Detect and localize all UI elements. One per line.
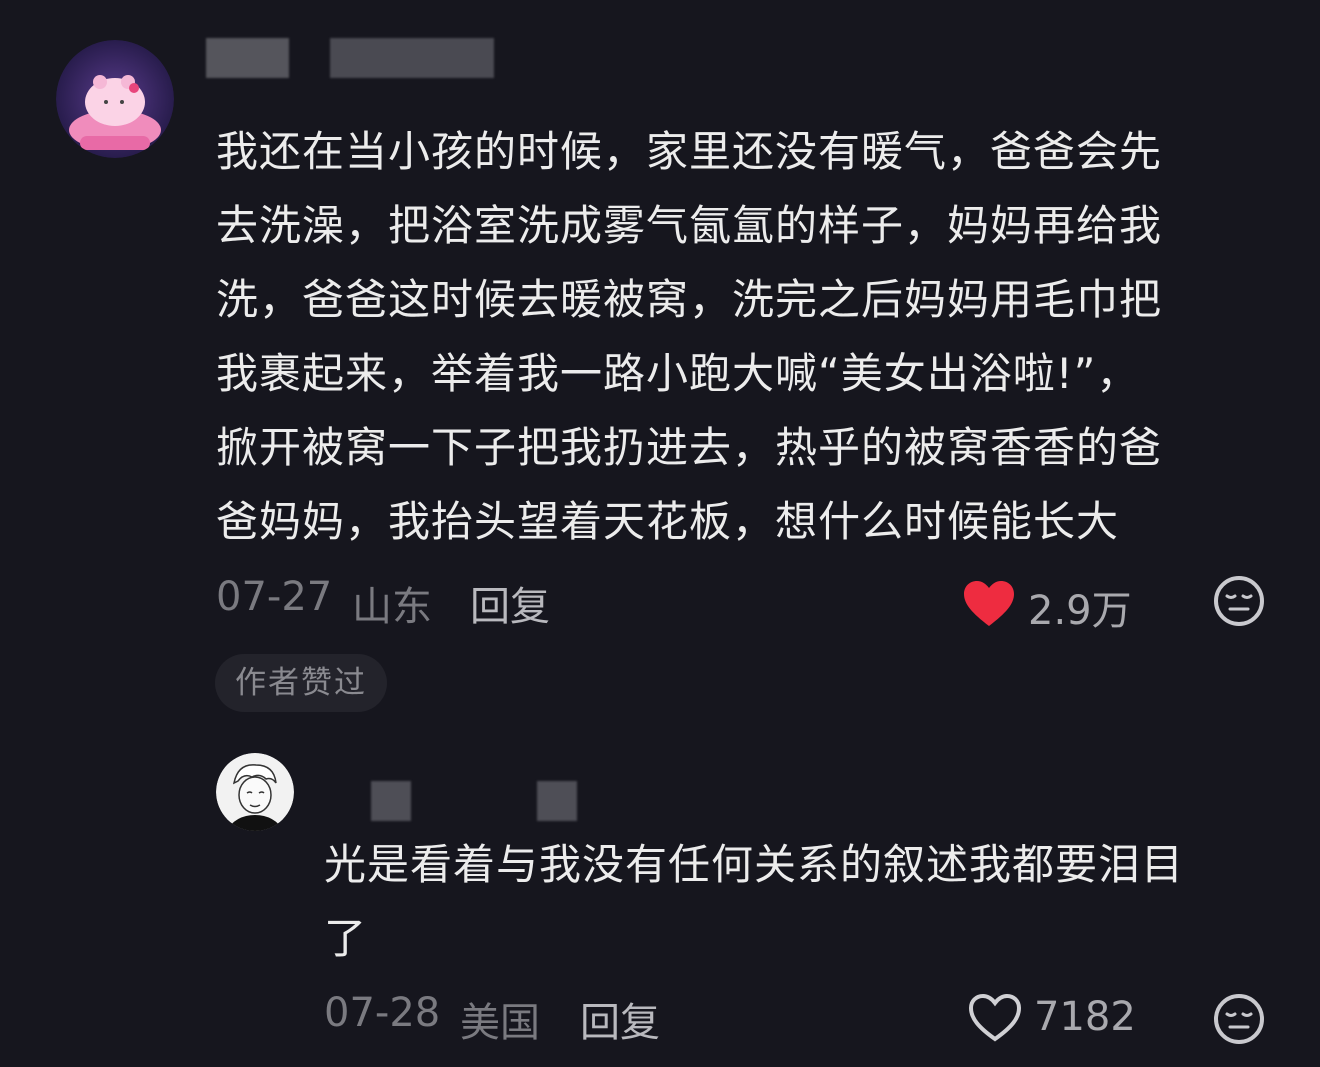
author-liked-badge: 作者赞过 xyxy=(215,654,387,712)
username-redacted xyxy=(371,781,411,821)
heart-icon[interactable] xyxy=(962,580,1016,628)
reply-button[interactable]: 回复 xyxy=(580,990,660,1048)
comment-date: 07-28 xyxy=(324,990,441,1036)
like-count: 7182 xyxy=(1034,994,1136,1040)
user-tag-redacted xyxy=(537,781,577,821)
user-tag-redacted xyxy=(330,38,494,78)
user-avatar[interactable] xyxy=(216,753,294,831)
comment-location: 山东 xyxy=(352,584,432,630)
like-count: 2.9万 xyxy=(1028,588,1132,634)
neutral-face-icon[interactable] xyxy=(1212,992,1266,1046)
comment-thread: 我还在当小孩的时候，家里还没有暖气，爸爸会先 去洗澡，把浴室洗成雾气氤氲的样子，… xyxy=(0,0,1320,1067)
heart-icon[interactable] xyxy=(968,993,1022,1042)
comment-text: 光是看着与我没有任何关系的叙述我都要泪目 了 xyxy=(324,840,1185,963)
comment-date: 07-27 xyxy=(216,574,333,620)
username-redacted xyxy=(206,38,289,78)
user-avatar[interactable] xyxy=(56,40,174,158)
neutral-face-icon[interactable] xyxy=(1212,574,1266,628)
comment-text: 我还在当小孩的时候，家里还没有暖气，爸爸会先 去洗澡，把浴室洗成雾气氤氲的样子，… xyxy=(216,127,1163,546)
reply-button[interactable]: 回复 xyxy=(470,574,550,632)
comment-location: 美国 xyxy=(460,1000,540,1046)
